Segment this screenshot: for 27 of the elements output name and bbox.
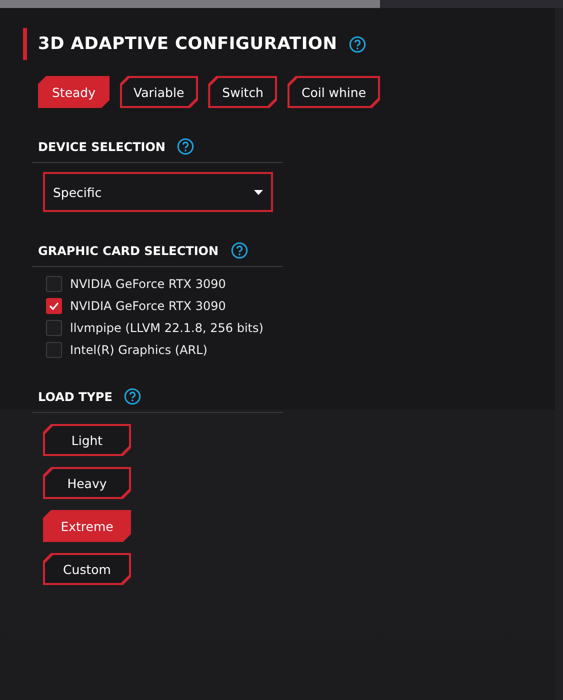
mode-tab[interactable]: Variable xyxy=(120,76,198,108)
help-icon[interactable] xyxy=(177,138,194,155)
checkbox-label: Intel(R) Graphics (ARL) xyxy=(70,343,208,357)
checkbox-label: llvmpipe (LLVM 22.1.8, 256 bits) xyxy=(70,321,264,335)
load-type-button[interactable]: Heavy xyxy=(43,467,131,499)
load-type-button[interactable]: Custom xyxy=(43,553,131,585)
help-icon[interactable] xyxy=(230,242,248,259)
checkbox[interactable] xyxy=(46,342,62,358)
panel-title: 3D ADAPTIVE CONFIGURATION xyxy=(38,34,338,54)
section-heading: DEVICE SELECTION xyxy=(38,140,166,154)
help-icon[interactable] xyxy=(349,36,366,52)
load-type-button[interactable]: Light xyxy=(43,424,131,456)
device-dropdown[interactable]: Specific xyxy=(43,172,273,212)
checkbox-label: NVIDIA GeForce RTX 3090 xyxy=(70,277,226,291)
caret-icon xyxy=(254,190,263,194)
checkbox-label: NVIDIA GeForce RTX 3090 xyxy=(70,299,226,313)
checkbox[interactable] xyxy=(46,276,62,292)
mode-tab[interactable]: Switch xyxy=(208,76,278,108)
section-heading: GRAPHIC CARD SELECTION xyxy=(38,244,219,258)
load-type-button[interactable]: Extreme xyxy=(43,510,131,542)
checkbox[interactable] xyxy=(46,298,62,314)
mode-tab[interactable]: Coil whine xyxy=(287,76,380,108)
check-icon xyxy=(49,302,59,310)
mode-tab[interactable]: Steady xyxy=(38,76,110,108)
help-icon[interactable] xyxy=(124,388,142,405)
checkbox[interactable] xyxy=(46,320,62,336)
section-heading: LOAD TYPE xyxy=(38,390,112,404)
